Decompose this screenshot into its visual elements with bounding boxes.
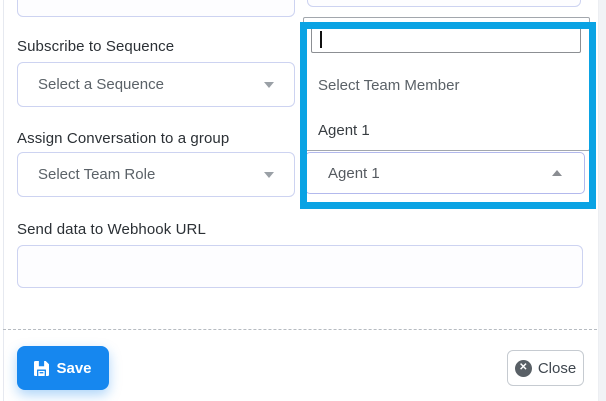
team-member-dropdown-menu: Select Team Member Agent 1 [303,17,590,151]
close-button-label: Close [538,360,576,377]
team-role-select-value: Select Team Role [38,166,264,183]
subscribe-sequence-label: Subscribe to Sequence [17,38,174,55]
save-button[interactable]: Save [17,346,109,390]
modal-left-border [3,0,4,401]
chevron-down-icon [264,82,274,88]
sequence-select[interactable]: Select a Sequence [17,62,295,107]
close-x-icon: ✕ [515,360,532,377]
chevron-down-icon [264,172,274,178]
team-member-select-value: Agent 1 [328,165,552,182]
cropped-top-input-left[interactable] [17,0,295,17]
save-button-label: Save [56,360,91,377]
cropped-top-input-right[interactable] [307,0,581,7]
save-floppy-icon [34,361,49,376]
dropdown-option-agent-1[interactable]: Agent 1 [318,122,370,139]
team-role-select[interactable]: Select Team Role [17,152,295,197]
close-button[interactable]: ✕ Close [507,350,584,386]
text-caret [320,31,322,48]
chevron-up-icon [552,170,562,176]
footer-divider [3,329,597,330]
webhook-url-label: Send data to Webhook URL [17,221,206,238]
sequence-select-value: Select a Sequence [38,76,264,93]
team-member-select[interactable]: Agent 1 [305,152,585,194]
automation-settings-modal: Subscribe to Sequence Select a Sequence … [0,0,606,401]
team-member-search-input[interactable] [311,26,581,53]
dropdown-option-select-team-member[interactable]: Select Team Member [318,77,459,94]
assign-group-label: Assign Conversation to a group [17,130,229,147]
background-page-strip: M [598,0,606,401]
webhook-url-input[interactable] [17,245,583,288]
